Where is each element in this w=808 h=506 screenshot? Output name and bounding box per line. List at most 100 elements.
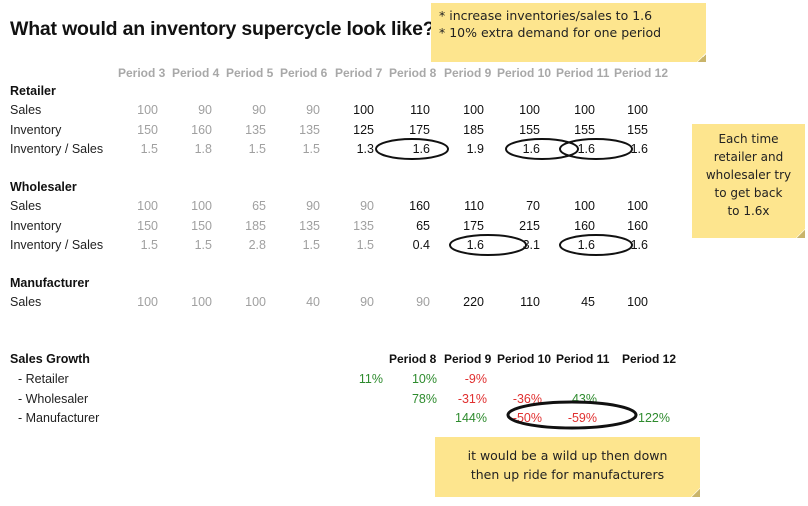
table-cell: 90	[360, 199, 374, 213]
table-cell: 1.3	[356, 142, 374, 156]
note-line: wholesaler try	[705, 168, 792, 182]
table-cell: 175	[463, 218, 484, 233]
table-cell: 45	[581, 295, 595, 309]
table-cell: 90	[306, 103, 320, 117]
growth-cell: -31%	[457, 391, 487, 406]
section-title-wholesaler: Wholesaler	[10, 180, 77, 194]
table-cell: 90	[306, 199, 320, 213]
column-header-period: Period 4	[172, 66, 220, 80]
page-curl-shadow	[698, 54, 706, 62]
table-cell: 1.6	[522, 142, 540, 156]
column-header-period: Period 7	[335, 66, 383, 80]
table-cell: 150	[137, 218, 158, 233]
table-cell: 100	[574, 103, 595, 117]
table-cell: 100	[137, 199, 158, 213]
note-line: Each time	[718, 132, 779, 146]
table-cell: 160	[627, 218, 648, 233]
table-cell: 100	[627, 295, 648, 309]
table-cell: 1.6	[577, 142, 595, 156]
table-cell: 65	[252, 199, 266, 213]
table-cell: 1.6	[412, 142, 430, 156]
table-cell: 100	[137, 103, 158, 117]
growth-column-header: Period 9	[444, 352, 492, 366]
table-cell: 160	[574, 218, 595, 233]
table-cell: 135	[245, 122, 266, 137]
table-cell: 100	[627, 199, 648, 213]
table-cell: 1.5	[194, 238, 212, 252]
table-cell: 100	[137, 295, 158, 309]
row-label: Sales	[10, 295, 42, 309]
growth-cell: 43%	[571, 391, 597, 406]
table-cell: 110	[464, 199, 484, 213]
table-cell: 1.5	[140, 238, 158, 252]
row-label: Inventory / Sales	[10, 142, 104, 156]
row-label: Sales	[10, 199, 42, 213]
table-cell: 185	[245, 218, 266, 233]
note-line: * 10% extra demand for one period	[439, 25, 662, 40]
table-cell: 90	[198, 103, 212, 117]
note-line: retailer and	[713, 150, 784, 164]
table-cell: 1.6	[466, 238, 484, 252]
growth-cell: -50%	[512, 411, 542, 425]
table-cell: 40	[306, 295, 320, 309]
section-title-growth: Sales Growth	[10, 352, 90, 366]
column-header-period: Period 6	[280, 66, 328, 80]
table-cell: 3.1	[522, 238, 540, 252]
table-cell: 1.5	[356, 238, 374, 252]
manufacturer-note: it would be a wild up then down then up …	[435, 437, 700, 497]
column-header-period: Period 10	[497, 66, 552, 80]
growth-row-label: - Wholesaler	[18, 391, 89, 406]
table-cell: 0.4	[412, 238, 430, 252]
growth-cell: 78%	[411, 391, 437, 406]
growth-cell: 122%	[638, 411, 670, 425]
growth-row-label: - Manufacturer	[18, 411, 100, 425]
note-line: * increase inventories/sales to 1.6	[439, 8, 653, 23]
table-cell: 110	[410, 103, 430, 117]
table-cell: 135	[299, 122, 320, 137]
growth-row-label: - Retailer	[18, 372, 69, 386]
table-cell: 100	[519, 103, 540, 117]
table-cell: 215	[519, 218, 540, 233]
table-cell: 1.6	[630, 238, 648, 252]
page-curl-shadow	[692, 489, 700, 497]
column-header-period: Period 8	[389, 66, 437, 80]
table-cell: 100	[627, 103, 648, 117]
table-cell: 100	[463, 103, 484, 117]
note-line: to get back	[714, 186, 783, 200]
table-cell: 135	[299, 218, 320, 233]
table-cell: 100	[191, 295, 212, 309]
column-header-period: Period 5	[226, 66, 274, 80]
growth-column-header: Period 11	[556, 352, 610, 366]
table-cell: 1.5	[140, 142, 158, 156]
table-cell: 1.5	[302, 238, 320, 252]
table-cell: 185	[463, 122, 484, 137]
growth-column-header: Period 12	[622, 352, 677, 366]
table-cell: 70	[526, 199, 540, 213]
growth-column-header: Period 10	[497, 352, 552, 366]
growth-cell: 11%	[358, 372, 383, 386]
growth-cell: 144%	[455, 411, 487, 425]
assumptions-note: * increase inventories/sales to 1.6 * 10…	[431, 3, 706, 62]
column-header-period: Period 9	[444, 66, 492, 80]
section-title-retailer: Retailer	[10, 84, 56, 98]
table-cell: 100	[245, 295, 266, 309]
table-cell: 155	[574, 122, 595, 137]
section-title-manufacturer: Manufacturer	[10, 276, 90, 290]
table-cell: 160	[409, 199, 430, 213]
table-cell: 1.5	[302, 142, 320, 156]
note-line: then up ride for manufacturers	[470, 467, 665, 482]
table-cell: 1.6	[630, 142, 648, 156]
row-label: Inventory	[10, 122, 62, 137]
growth-column-header: Period 8	[389, 352, 437, 366]
table-cell: 1.9	[466, 142, 484, 156]
growth-cell: -9%	[464, 372, 487, 386]
table-cell: 100	[353, 103, 374, 117]
row-label: Inventory	[10, 218, 62, 233]
column-header-period: Period 3	[118, 66, 166, 80]
column-header-period: Period 12	[614, 66, 669, 80]
table-cell: 90	[252, 103, 266, 117]
table-cell: 100	[574, 199, 595, 213]
table-cell: 150	[191, 218, 212, 233]
table-cell: 1.5	[248, 142, 266, 156]
table-cell: 220	[463, 295, 484, 309]
